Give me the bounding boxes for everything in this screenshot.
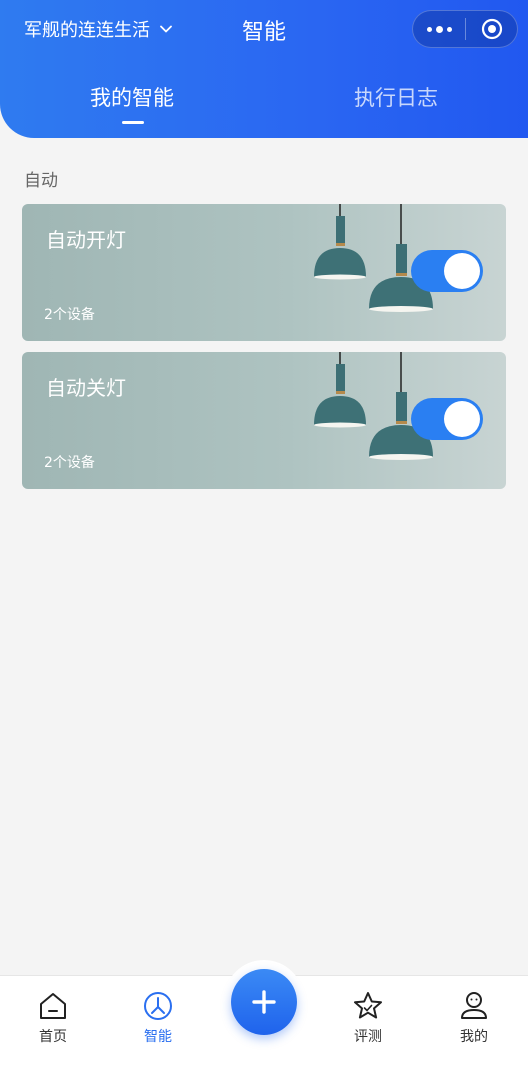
tabbar-item-smart[interactable]: 智能 — [123, 990, 193, 1046]
automation-card[interactable]: 自动关灯 2个设备 — [22, 352, 506, 489]
tabbar-item-review[interactable]: 评测 — [333, 990, 403, 1046]
tabbar-label: 智能 — [144, 1029, 172, 1045]
tab-execution-log[interactable]: 执行日志 — [296, 82, 496, 112]
plus-icon — [252, 990, 276, 1014]
section-label: 自动 — [24, 171, 58, 191]
profile-icon — [461, 992, 487, 1019]
device-count: 2个设备 — [44, 307, 95, 323]
automation-card[interactable]: 自动开灯 2个设备 — [22, 204, 506, 341]
tabbar-item-mine[interactable]: 我的 — [439, 990, 509, 1046]
header-bar: 军舰的连连生活 智能 我的智能 执行日志 — [0, 0, 528, 138]
automation-title: 自动关灯 — [46, 376, 126, 400]
target-circle-icon[interactable] — [466, 18, 517, 40]
tabbar-item-home[interactable]: 首页 — [18, 990, 88, 1046]
tabbar-label: 首页 — [39, 1029, 67, 1045]
toggle-knob — [444, 253, 480, 289]
star-icon — [354, 992, 382, 1019]
more-dots-icon[interactable] — [413, 11, 465, 47]
automation-toggle[interactable] — [411, 250, 483, 292]
top-tabs: 我的智能 执行日志 — [0, 82, 528, 124]
tab-my-smart[interactable]: 我的智能 — [32, 82, 232, 112]
mini-program-capsule — [412, 10, 518, 48]
device-count: 2个设备 — [44, 455, 95, 471]
toggle-knob — [444, 401, 480, 437]
automation-title: 自动开灯 — [46, 228, 126, 252]
add-button[interactable] — [231, 969, 297, 1035]
tabbar-label: 我的 — [460, 1029, 488, 1045]
automation-toggle[interactable] — [411, 398, 483, 440]
home-icon — [40, 993, 66, 1019]
tabbar-label: 评测 — [354, 1029, 382, 1045]
active-tab-indicator — [122, 121, 144, 124]
smart-icon — [144, 992, 172, 1020]
